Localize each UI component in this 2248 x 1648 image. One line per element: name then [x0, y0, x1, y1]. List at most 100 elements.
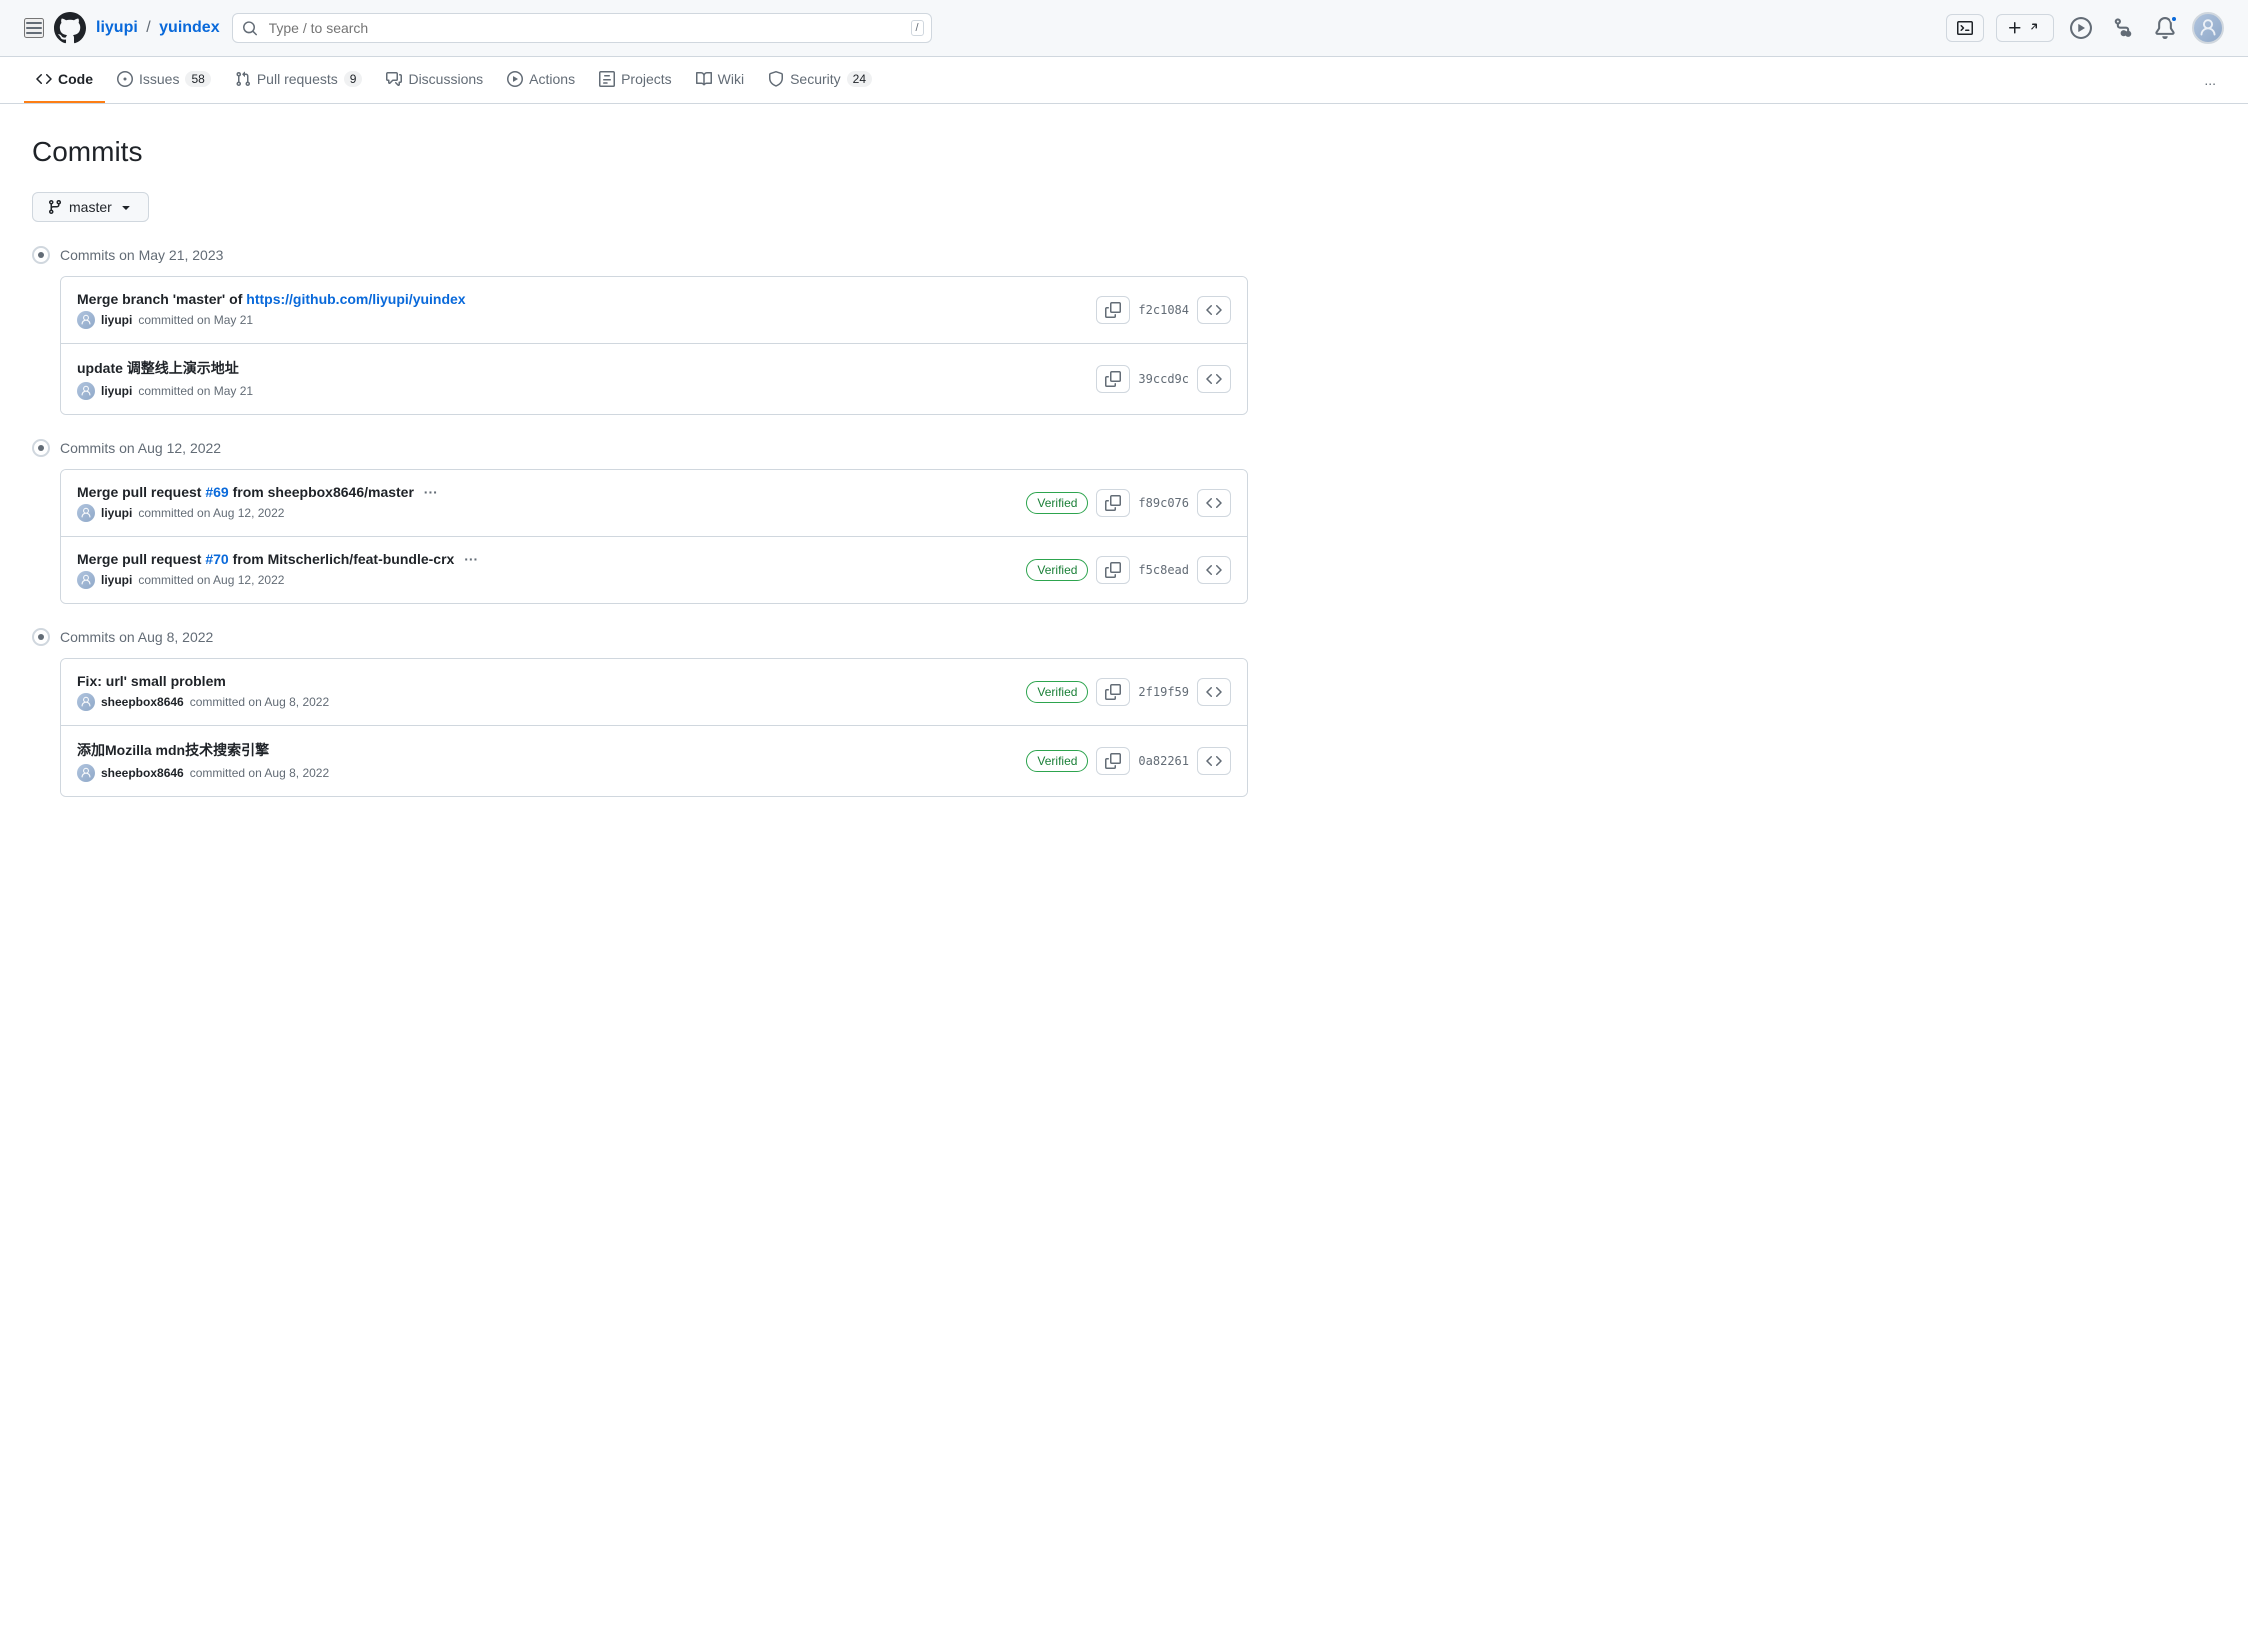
commit-ellipsis[interactable]: ··· [420, 484, 438, 500]
copy-hash-button[interactable] [1096, 365, 1130, 393]
verified-badge[interactable]: Verified [1026, 750, 1088, 772]
search-input[interactable] [232, 13, 932, 43]
commit-ellipsis[interactable]: ··· [460, 551, 478, 567]
commit-date: committed on May 21 [138, 384, 253, 398]
commit-author-avatar [77, 571, 95, 589]
verified-badge[interactable]: Verified [1026, 492, 1088, 514]
tab-projects[interactable]: Projects [587, 57, 684, 103]
commit-hash: 39ccd9c [1138, 372, 1189, 386]
browse-repo-button[interactable] [1197, 556, 1231, 584]
commit-message: update 调整线上演示地址 [77, 358, 1096, 378]
tab-pull-requests[interactable]: Pull requests 9 [223, 57, 375, 103]
commit-message: Merge branch 'master' of https://github.… [77, 291, 1096, 307]
avatar[interactable] [2192, 12, 2224, 44]
commit-hash: f5c8ead [1138, 563, 1189, 577]
commit-author[interactable]: liyupi [101, 313, 132, 327]
commit-author[interactable]: liyupi [101, 384, 132, 398]
commit-message: Fix: url' small problem [77, 673, 1026, 689]
tab-security[interactable]: Security 24 [756, 57, 884, 103]
commit-message: Merge pull request #69 from sheepbox8646… [77, 484, 1026, 500]
copy-hash-button[interactable] [1096, 556, 1130, 584]
tab-actions[interactable]: Actions [495, 57, 587, 103]
commit-author-avatar [77, 311, 95, 329]
commit-author-avatar [77, 764, 95, 782]
commit-group: Commits on Aug 8, 2022 Fix: url' small pr… [32, 628, 1248, 797]
pr-badge: 9 [344, 71, 363, 87]
verified-badge[interactable]: Verified [1026, 681, 1088, 703]
commit-author[interactable]: liyupi [101, 506, 132, 520]
commit-date: committed on Aug 12, 2022 [138, 573, 284, 587]
branch-selector[interactable]: master [32, 192, 149, 222]
commit-group-date: Commits on Aug 12, 2022 [60, 440, 221, 456]
commit-group-date: Commits on May 21, 2023 [60, 247, 223, 263]
verified-badge[interactable]: Verified [1026, 559, 1088, 581]
commit-item: Merge pull request #69 from sheepbox8646… [61, 470, 1247, 537]
search-bar: / [232, 13, 932, 43]
copy-hash-button[interactable] [1096, 747, 1130, 775]
search-slash-icon: / [911, 20, 924, 36]
timeline-dot [32, 246, 50, 264]
copy-hash-button[interactable] [1096, 678, 1130, 706]
browse-repo-button[interactable] [1197, 489, 1231, 517]
commit-item: Merge branch 'master' of https://github.… [61, 277, 1247, 344]
commit-item: 添加Mozilla mdn技术搜索引擎sheepbox8646committed… [61, 726, 1247, 796]
new-button[interactable] [1996, 14, 2054, 42]
commit-item: update 调整线上演示地址 liyupi committed on May 21… [61, 344, 1247, 414]
tab-wiki[interactable]: Wiki [684, 57, 756, 103]
commit-group-date: Commits on Aug 8, 2022 [60, 629, 213, 645]
commit-group-header: Commits on Aug 8, 2022 [32, 628, 1248, 646]
nav-more-button[interactable]: ... [2196, 58, 2224, 102]
main-content: Commits master Commits on May 21, 2023 Me… [0, 104, 1280, 853]
repo-path: liyupi / yuindex [96, 19, 220, 37]
tab-code[interactable]: Code [24, 57, 105, 103]
browse-repo-button[interactable] [1197, 296, 1231, 324]
commit-date: committed on May 21 [138, 313, 253, 327]
commit-message: Merge pull request #70 from Mitscherlich… [77, 551, 1026, 567]
commit-author-avatar [77, 382, 95, 400]
commit-message-link[interactable]: #69 [205, 484, 228, 500]
repo-link[interactable]: yuindex [159, 19, 219, 36]
notifications-button[interactable] [2150, 13, 2180, 43]
copy-hash-button[interactable] [1096, 296, 1130, 324]
commit-author[interactable]: sheepbox8646 [101, 695, 184, 709]
timeline-dot [32, 628, 50, 646]
commit-item: Merge pull request #70 from Mitscherlich… [61, 537, 1247, 603]
browse-repo-button[interactable] [1197, 365, 1231, 393]
commit-group: Commits on May 21, 2023 Merge branch 'mas… [32, 246, 1248, 415]
terminal-button[interactable] [1946, 14, 1984, 42]
commit-date: committed on Aug 8, 2022 [190, 695, 329, 709]
chevron-down-icon [118, 199, 134, 215]
commit-message-link[interactable]: #70 [205, 551, 228, 567]
commit-list: Fix: url' small problem sheepbox8646 commi… [60, 658, 1248, 797]
commit-hash: f89c076 [1138, 496, 1189, 510]
page-title: Commits [32, 136, 1248, 168]
commit-hash: f2c1084 [1138, 303, 1189, 317]
commit-hash: 2f19f59 [1138, 685, 1189, 699]
commit-date: committed on Aug 12, 2022 [138, 506, 284, 520]
commit-group-header: Commits on May 21, 2023 [32, 246, 1248, 264]
git-compare-button[interactable] [2108, 13, 2138, 43]
notification-dot [2170, 15, 2178, 23]
copy-hash-button[interactable] [1096, 489, 1130, 517]
actions-button[interactable] [2066, 13, 2096, 43]
branch-icon [47, 199, 63, 215]
commit-author-avatar [77, 693, 95, 711]
commit-message-link[interactable]: https://github.com/liyupi/yuindex [246, 291, 465, 307]
menu-button[interactable] [24, 18, 44, 38]
commit-hash: 0a82261 [1138, 754, 1189, 768]
commit-list: Merge pull request #69 from sheepbox8646… [60, 469, 1248, 604]
browse-repo-button[interactable] [1197, 678, 1231, 706]
commit-item: Fix: url' small problem sheepbox8646 commi… [61, 659, 1247, 726]
commit-author-avatar [77, 504, 95, 522]
security-badge: 24 [847, 71, 872, 87]
commit-group: Commits on Aug 12, 2022 Merge pull reques… [32, 439, 1248, 604]
tab-discussions[interactable]: Discussions [374, 57, 495, 103]
commits-container: Commits on May 21, 2023 Merge branch 'mas… [32, 246, 1248, 797]
owner-link[interactable]: liyupi [96, 19, 138, 36]
commit-author[interactable]: liyupi [101, 573, 132, 587]
commit-group-header: Commits on Aug 12, 2022 [32, 439, 1248, 457]
browse-repo-button[interactable] [1197, 747, 1231, 775]
commit-author[interactable]: sheepbox8646 [101, 766, 184, 780]
commit-list: Merge branch 'master' of https://github.… [60, 276, 1248, 415]
tab-issues[interactable]: Issues 58 [105, 57, 223, 103]
